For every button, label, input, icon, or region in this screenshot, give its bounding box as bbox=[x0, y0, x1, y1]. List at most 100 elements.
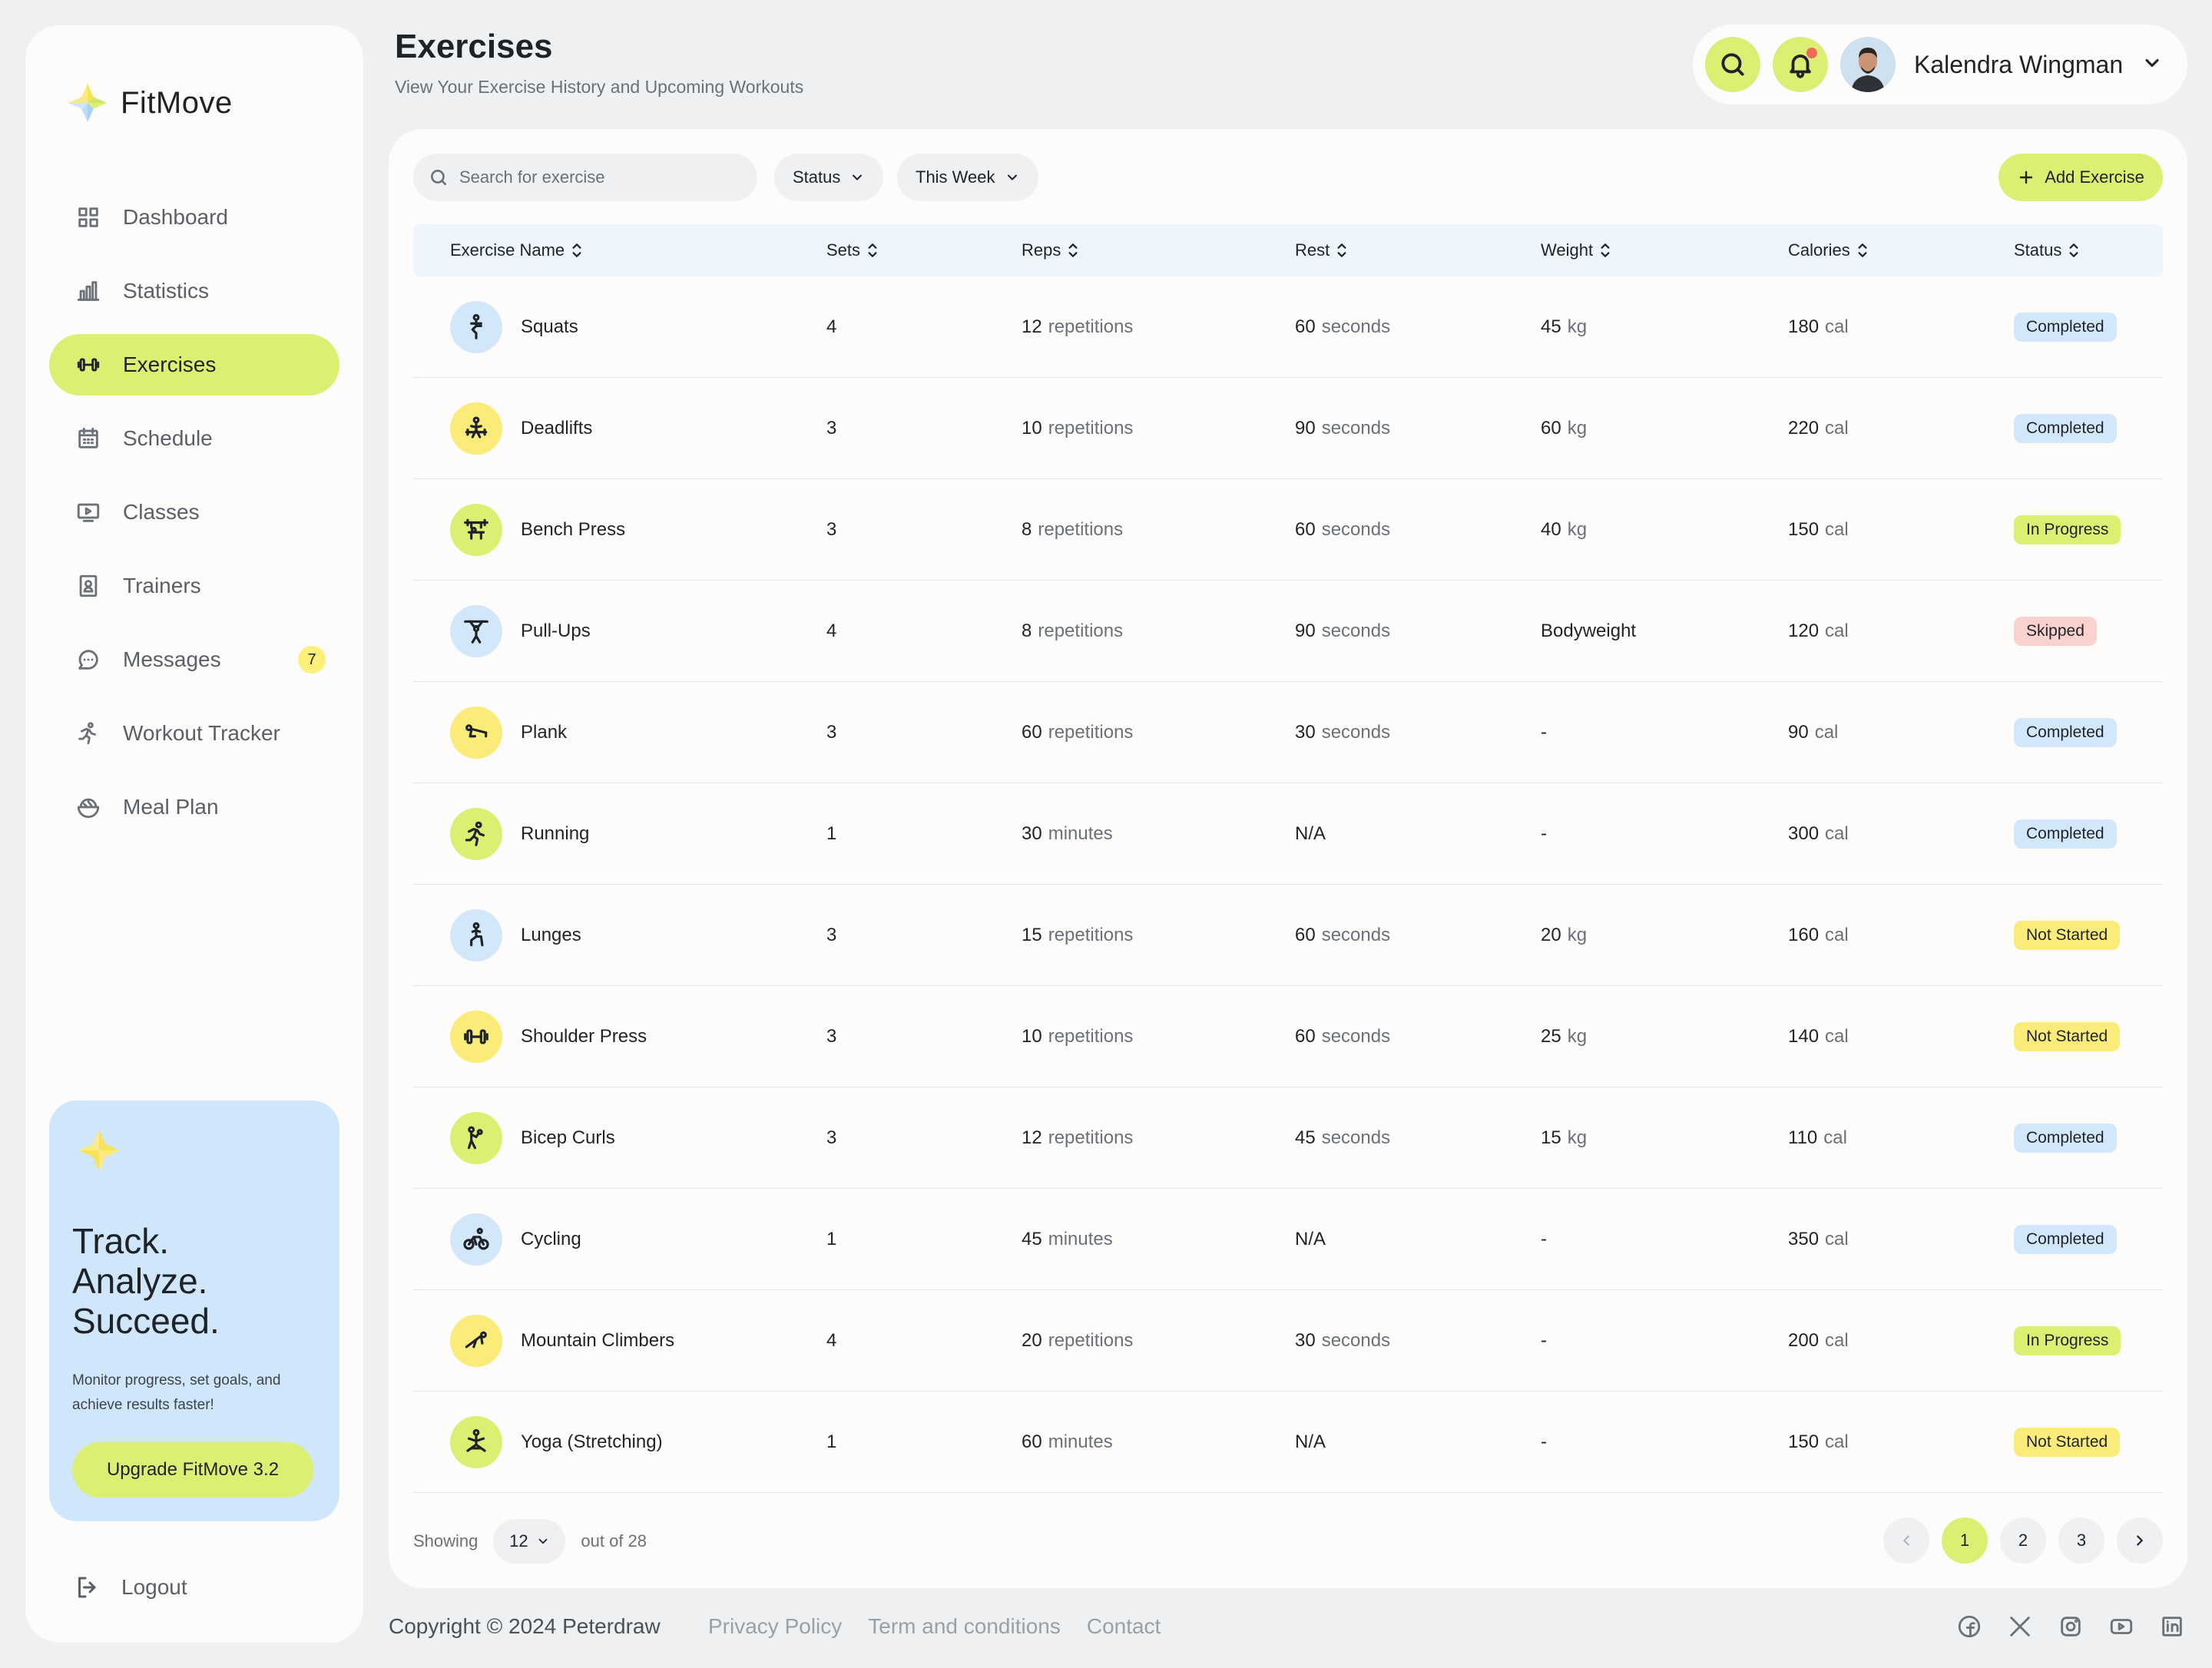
sets-cell: 4 bbox=[826, 1290, 836, 1392]
instagram-link[interactable] bbox=[2057, 1613, 2085, 1640]
upgrade-button[interactable]: Upgrade FitMove 3.2 bbox=[72, 1442, 313, 1498]
reps-cell: 8 repetitions bbox=[1022, 479, 1123, 581]
facebook-link[interactable] bbox=[1955, 1613, 1983, 1640]
prev-page-button[interactable] bbox=[1883, 1517, 1929, 1564]
status-cell: In Progress bbox=[2014, 1290, 2121, 1392]
reps-cell: 20 repetitions bbox=[1022, 1290, 1133, 1392]
linkedin-link[interactable] bbox=[2158, 1613, 2186, 1640]
cycling-icon bbox=[463, 1227, 489, 1250]
status-badge: Completed bbox=[2014, 1124, 2117, 1153]
sidebar-item-workout-tracker[interactable]: Workout Tracker bbox=[49, 703, 339, 764]
column-header-rest[interactable]: Rest bbox=[1295, 224, 1348, 276]
runner-icon bbox=[78, 722, 96, 745]
add-exercise-button[interactable]: Add Exercise bbox=[1998, 154, 2163, 201]
rest-cell: 30 seconds bbox=[1295, 682, 1390, 783]
status-filter-dropdown[interactable]: Status bbox=[774, 154, 884, 201]
table-row[interactable]: Pull-Ups 4 8 repetitions 90 seconds Bodywe… bbox=[413, 581, 2163, 682]
unit-label: seconds bbox=[1321, 1026, 1391, 1047]
user-menu-toggle[interactable] bbox=[2141, 52, 2163, 78]
column-header-calories[interactable]: Calories bbox=[1788, 224, 1869, 276]
sidebar-item-label: Messages bbox=[123, 647, 221, 671]
table-row[interactable]: Lunges 3 15 repetitions 60 seconds 20 kg 16… bbox=[413, 885, 2163, 986]
sidebar-item-schedule[interactable]: Schedule bbox=[49, 408, 339, 469]
weight-value: 15 bbox=[1541, 1127, 1561, 1148]
table-row[interactable]: Deadlifts 3 10 repetitions 90 seconds 60 kg… bbox=[413, 378, 2163, 479]
exercise-name: Cycling bbox=[521, 1229, 581, 1249]
unit-label: repetitions bbox=[1048, 316, 1134, 337]
search-box[interactable] bbox=[413, 154, 757, 201]
page-button-2[interactable]: 2 bbox=[2000, 1517, 2046, 1564]
unit-label: repetitions bbox=[1048, 1026, 1134, 1047]
search-button[interactable] bbox=[1705, 37, 1760, 92]
rest-cell: 90 seconds bbox=[1295, 378, 1390, 479]
table-row[interactable]: Mountain Climbers 4 20 repetitions 30 seco… bbox=[413, 1290, 2163, 1392]
rest-cell: 60 seconds bbox=[1295, 479, 1390, 581]
sort-icon bbox=[1858, 243, 1867, 257]
column-header-status[interactable]: Status bbox=[2014, 224, 2080, 276]
footer-link-term-and-conditions[interactable]: Term and conditions bbox=[868, 1614, 1061, 1639]
reps-cell: 12 repetitions bbox=[1022, 1087, 1133, 1189]
notifications-button[interactable] bbox=[1773, 37, 1828, 92]
calories-value: 120 bbox=[1788, 621, 1820, 641]
search-input[interactable] bbox=[459, 167, 751, 187]
next-page-button[interactable] bbox=[2117, 1517, 2163, 1564]
weight-value: - bbox=[1541, 1330, 1547, 1351]
per-page-select[interactable]: 12 bbox=[493, 1519, 566, 1564]
brand-logo[interactable]: FitMove bbox=[65, 81, 233, 125]
x-link[interactable] bbox=[2006, 1613, 2034, 1640]
column-header-weight[interactable]: Weight bbox=[1541, 224, 1611, 276]
sidebar-item-messages[interactable]: Messages 7 bbox=[49, 629, 339, 690]
table-row[interactable]: Shoulder Press 3 10 repetitions 60 seconds… bbox=[413, 986, 2163, 1087]
sort-icon bbox=[1068, 243, 1078, 257]
plank-icon bbox=[465, 724, 488, 738]
column-header-reps[interactable]: Reps bbox=[1022, 224, 1079, 276]
exercise-name: Bicep Curls bbox=[521, 1127, 615, 1148]
status-cell: In Progress bbox=[2014, 479, 2121, 581]
footer-links: Privacy Policy Term and conditions Contact bbox=[708, 1614, 1161, 1639]
status-cell: Completed bbox=[2014, 682, 2117, 783]
unit-label: repetitions bbox=[1048, 722, 1134, 743]
instagram-icon bbox=[2061, 1617, 2081, 1637]
column-header-sets[interactable]: Sets bbox=[826, 224, 879, 276]
reps-cell: 30 minutes bbox=[1022, 783, 1113, 885]
sidebar-item-exercises[interactable]: Exercises bbox=[49, 334, 339, 395]
footer-link-contact[interactable]: Contact bbox=[1087, 1614, 1161, 1639]
sidebar-item-trainers[interactable]: Trainers bbox=[49, 555, 339, 617]
table-row[interactable]: Running 1 30 minutes N/A - 300 cal Complet… bbox=[413, 783, 2163, 885]
page-button-3[interactable]: 3 bbox=[2058, 1517, 2104, 1564]
unit-label: kg bbox=[1567, 925, 1588, 945]
sidebar-item-meal-plan[interactable]: Meal Plan bbox=[49, 776, 339, 838]
rest-cell: 45 seconds bbox=[1295, 1087, 1390, 1189]
sidebar-item-label: Statistics bbox=[123, 279, 210, 303]
logout-button[interactable]: Logout bbox=[74, 1574, 187, 1601]
status-cell: Not Started bbox=[2014, 1392, 2121, 1493]
sets-value: 3 bbox=[826, 722, 837, 743]
sidebar-item-statistics[interactable]: Statistics bbox=[49, 260, 339, 322]
page-button-1[interactable]: 1 bbox=[1942, 1517, 1988, 1564]
period-filter-dropdown[interactable]: This Week bbox=[897, 154, 1038, 201]
bench-press-icon bbox=[464, 518, 488, 540]
calories-value: 160 bbox=[1788, 925, 1820, 945]
unit-label: minutes bbox=[1048, 1431, 1113, 1452]
sidebar-item-classes[interactable]: Classes bbox=[49, 482, 339, 543]
sidebar-item-dashboard[interactable]: Dashboard bbox=[49, 187, 339, 248]
table-row[interactable]: Bench Press 3 8 repetitions 60 seconds 40 k… bbox=[413, 479, 2163, 581]
sets-value: 3 bbox=[826, 519, 837, 540]
unit-label: repetitions bbox=[1048, 418, 1134, 439]
table-row[interactable]: Cycling 1 45 minutes N/A - 350 cal Complet… bbox=[413, 1189, 2163, 1290]
table-row[interactable]: Plank 3 60 repetitions 30 seconds - 90 cal … bbox=[413, 682, 2163, 783]
unit-label: seconds bbox=[1321, 722, 1391, 743]
table-row[interactable]: Squats 4 12 repetitions 60 seconds 45 kg 18… bbox=[413, 276, 2163, 378]
reps-value: 8 bbox=[1022, 621, 1032, 641]
footer-link-privacy-policy[interactable]: Privacy Policy bbox=[708, 1614, 842, 1639]
sets-cell: 1 bbox=[826, 1189, 836, 1290]
avatar[interactable] bbox=[1840, 37, 1896, 92]
sets-value: 4 bbox=[826, 621, 837, 641]
table-row[interactable]: Yoga (Stretching) 1 60 minutes N/A - 150 c… bbox=[413, 1392, 2163, 1493]
user-name: Kalendra Wingman bbox=[1914, 50, 2124, 78]
table-body: Squats 4 12 repetitions 60 seconds 45 kg 18… bbox=[413, 276, 2163, 1493]
unit-label: repetitions bbox=[1038, 519, 1124, 540]
column-header-exercise-name[interactable]: Exercise Name bbox=[450, 224, 583, 276]
table-row[interactable]: Bicep Curls 3 12 repetitions 45 seconds 15… bbox=[413, 1087, 2163, 1189]
youtube-link[interactable] bbox=[2108, 1613, 2135, 1640]
